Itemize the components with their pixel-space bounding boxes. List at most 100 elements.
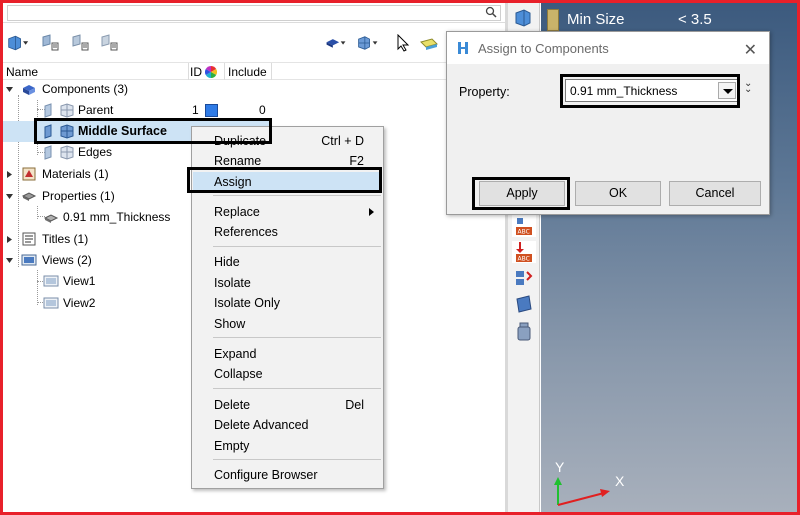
collapse-arrow-icon[interactable] [5, 192, 14, 201]
dropdown-arrow-icon[interactable] [718, 82, 736, 99]
context-menu: Duplicate Ctrl + D Rename F2 Assign Repl… [191, 126, 384, 489]
mass-icon[interactable] [512, 321, 536, 343]
tree-label: View1 [63, 274, 96, 288]
menu-label: Rename [214, 154, 262, 168]
menu-label: Isolate [214, 276, 251, 290]
menu-item-delete[interactable]: Delete Del [193, 395, 382, 415]
tree-item-components[interactable]: Components (3) [3, 79, 505, 100]
legend-swatch [547, 9, 559, 31]
tree-label: Middle Surface [78, 124, 167, 138]
menu-item-empty[interactable]: Empty [193, 436, 382, 456]
expand-arrow-icon[interactable] [5, 170, 14, 179]
tree-label: Edges [78, 145, 113, 159]
menu-label: Empty [214, 439, 250, 453]
menu-item-assign[interactable]: Assign [193, 172, 382, 192]
menu-item-expand[interactable]: Expand [193, 344, 382, 364]
reorder-icon[interactable] [512, 267, 536, 289]
component-icon [44, 103, 52, 118]
ok-button[interactable]: OK [575, 181, 661, 206]
submenu-arrow-icon [369, 208, 374, 216]
display-mode-icon[interactable] [7, 33, 29, 53]
include-value: 0 [259, 103, 266, 117]
column-name[interactable]: Name [6, 65, 38, 79]
model-icon[interactable] [512, 7, 536, 29]
label-abc-down-icon[interactable]: ABC [512, 241, 536, 263]
solid-display-icon[interactable] [325, 33, 347, 53]
tree-label: Views (2) [42, 253, 92, 267]
menu-label: Hide [214, 255, 240, 269]
menu-item-configure-browser[interactable]: Configure Browser [193, 465, 382, 485]
menu-label: Expand [214, 347, 257, 361]
menu-item-show[interactable]: Show [193, 314, 382, 334]
view-icon [43, 297, 59, 309]
component-icon [44, 145, 52, 160]
clear-selection-icon[interactable] [418, 33, 440, 53]
close-icon[interactable]: ✕ [744, 40, 757, 60]
legend-value: < 3.5 [678, 11, 712, 28]
assign-to-components-dialog: Assign to Components ✕ Property: 0.91 mm… [446, 31, 770, 215]
menu-shortcut: Ctrl + D [321, 134, 364, 148]
color-wheel-icon[interactable] [205, 66, 217, 78]
property-label: Property: [459, 85, 510, 99]
show-icon[interactable] [70, 33, 92, 53]
tree-item-parent[interactable]: Parent 1 0 [3, 100, 505, 121]
search-icon[interactable] [485, 6, 497, 18]
components-icon [23, 85, 35, 95]
axis-triad [554, 477, 610, 506]
app-logo-icon [458, 42, 468, 54]
browser-toolbar [3, 29, 505, 57]
tree-label: View2 [63, 296, 96, 310]
menu-label: Replace [214, 205, 260, 219]
collapse-arrow-icon[interactable] [5, 85, 14, 94]
menu-item-rename[interactable]: Rename F2 [193, 151, 382, 171]
property-icon [43, 214, 59, 223]
cursor-icon[interactable] [392, 33, 414, 53]
titles-icon [22, 232, 36, 246]
svg-text:ABC: ABC [518, 256, 530, 263]
collapse-arrow-icon[interactable] [5, 256, 14, 265]
menu-item-isolate-only[interactable]: Isolate Only [193, 293, 382, 313]
menu-label: Duplicate [214, 134, 267, 148]
menu-label: Configure Browser [214, 468, 318, 482]
mesh-icon [60, 103, 74, 118]
menu-item-hide[interactable]: Hide [193, 252, 382, 272]
filter-icon[interactable] [40, 33, 62, 53]
menu-label: Delete [214, 398, 251, 412]
menu-label: Delete Advanced [214, 418, 309, 432]
color-swatch[interactable] [205, 104, 218, 117]
apply-button[interactable]: Apply [479, 181, 565, 206]
axis-y-label: Y [555, 459, 565, 475]
double-chevron-down-icon[interactable]: ⌄ ⌄ [744, 79, 752, 95]
search-input[interactable] [7, 5, 501, 21]
menu-label: Isolate Only [214, 296, 281, 310]
search-bar [3, 3, 505, 23]
element-display-icon[interactable] [357, 33, 379, 53]
surface-icon[interactable] [512, 293, 536, 315]
column-header: Name ID Include [3, 62, 505, 80]
menu-item-isolate[interactable]: Isolate [193, 273, 382, 293]
svg-text:ABC: ABC [518, 229, 530, 236]
tree-label: 0.91 mm_Thickness [63, 210, 171, 224]
dialog-title-bar[interactable]: Assign to Components ✕ [447, 32, 769, 64]
menu-item-references[interactable]: References [193, 222, 382, 242]
menu-item-replace[interactable]: Replace [193, 202, 382, 222]
menu-shortcut: Del [345, 398, 364, 412]
menu-item-duplicate[interactable]: Duplicate Ctrl + D [193, 131, 382, 151]
label-abc-icon[interactable]: ABC [512, 215, 536, 237]
menu-shortcut: F2 [349, 154, 364, 168]
column-id[interactable]: ID [190, 65, 202, 79]
menu-item-delete-advanced[interactable]: Delete Advanced [193, 415, 382, 435]
view-icon [43, 275, 59, 287]
legend-label: Min Size [567, 11, 625, 28]
hide-icon[interactable] [99, 33, 121, 53]
tree-label: Parent [78, 103, 114, 117]
column-include[interactable]: Include [228, 65, 267, 79]
expand-arrow-icon[interactable] [5, 235, 14, 244]
menu-label: Collapse [214, 367, 263, 381]
cancel-button[interactable]: Cancel [669, 181, 761, 206]
menu-item-collapse[interactable]: Collapse [193, 364, 382, 384]
property-select[interactable]: 0.91 mm_Thickness [565, 79, 739, 102]
axis-x-label: X [615, 473, 625, 489]
materials-icon [22, 167, 36, 181]
menu-label: References [214, 225, 278, 239]
